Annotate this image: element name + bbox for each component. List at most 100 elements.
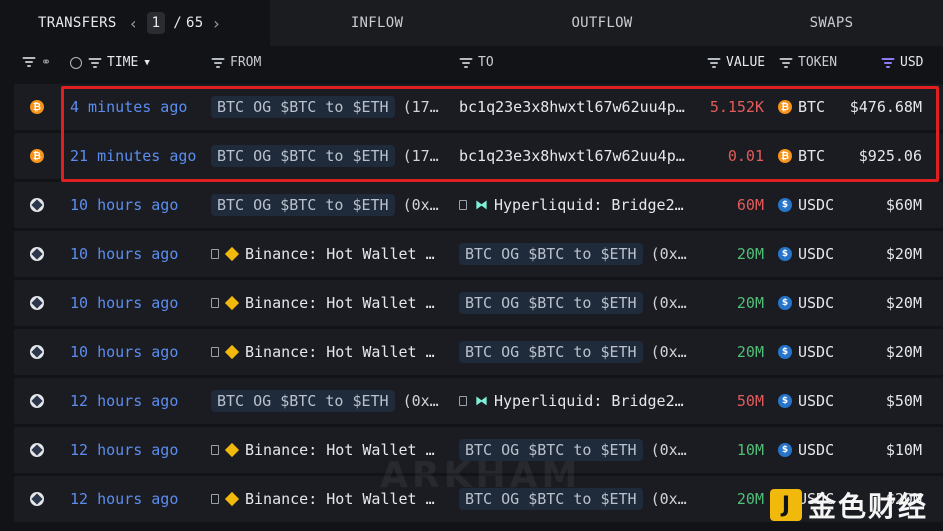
token-cell[interactable]: $ USDC — [778, 476, 848, 522]
chain-cell — [30, 427, 46, 473]
value-cell: 60M — [736, 196, 764, 214]
from-entity-name[interactable]: Binance: Hot Wallet … — [245, 441, 435, 459]
to-entity-name[interactable]: Hyperliquid: Bridge2… — [494, 392, 684, 410]
to-entity-tag[interactable]: BTC OG $BTC to $ETH — [459, 439, 643, 461]
from-cell: BTC OG $BTC to $ETH (17… — [211, 84, 451, 130]
from-cell: Binance: Hot Wallet … — [211, 476, 451, 522]
to-header[interactable]: TO — [459, 55, 494, 70]
usd-header[interactable]: USD — [881, 55, 923, 70]
filter-icon[interactable] — [88, 57, 101, 68]
time-header[interactable]: TIME ▼ — [70, 55, 150, 70]
chain-cell: ₿ — [30, 84, 46, 130]
page-separator: / — [173, 15, 183, 31]
filter-icon[interactable] — [779, 57, 792, 68]
filter-icon[interactable] — [707, 57, 720, 68]
table-row[interactable]: 12 hours ago Binance: Hot Wallet … BTC OG … — [14, 427, 943, 473]
token-cell[interactable]: $ USDC — [778, 182, 848, 228]
caret-down-icon[interactable]: ▼ — [144, 58, 149, 68]
usd-cell: $10M — [885, 441, 922, 459]
tab-transfers[interactable]: TRANSFERS ‹ 1 / 65 › — [0, 0, 270, 46]
table-row[interactable]: 10 hours ago Binance: Hot Wallet … BTC OG … — [14, 329, 943, 375]
from-entity-name[interactable]: Binance: Hot Wallet … — [245, 490, 435, 508]
chain-cell: ₿ — [30, 133, 46, 179]
from-entity-tag[interactable]: BTC OG $BTC to $ETH — [211, 96, 395, 118]
time-cell[interactable]: 10 hours ago — [70, 280, 210, 326]
to-address-tail[interactable]: (0x… — [651, 245, 687, 263]
token-cell[interactable]: $ USDC — [778, 427, 848, 473]
token-symbol: BTC — [798, 147, 826, 165]
chevron-right-icon[interactable]: › — [210, 14, 224, 33]
from-cell: BTC OG $BTC to $ETH (0x… — [211, 378, 451, 424]
table-row[interactable]: 10 hours ago Binance: Hot Wallet … BTC OG … — [14, 231, 943, 277]
to-address-tail[interactable]: (0x… — [651, 294, 687, 312]
binance-icon — [224, 246, 240, 262]
time-cell[interactable]: 21 minutes ago — [70, 133, 210, 179]
time-cell[interactable]: 12 hours ago — [70, 427, 210, 473]
from-address-tail[interactable]: (17… — [403, 98, 439, 116]
token-cell[interactable]: ₿ BTC — [778, 133, 848, 179]
from-entity-tag[interactable]: BTC OG $BTC to $ETH — [211, 145, 395, 167]
usd-cell: $20M — [885, 490, 922, 508]
token-header[interactable]: TOKEN — [779, 55, 837, 70]
to-address-tail[interactable]: (0x… — [651, 343, 687, 361]
time-cell[interactable]: 4 minutes ago — [70, 84, 210, 130]
from-header[interactable]: FROM — [211, 55, 261, 70]
to-address[interactable]: bc1q23e3x8hwxtl67w62uu4p… — [459, 147, 685, 165]
table-row[interactable]: 12 hours ago Binance: Hot Wallet … BTC OG … — [14, 476, 943, 522]
from-entity-name[interactable]: Binance: Hot Wallet … — [245, 294, 435, 312]
usd-header-label: USD — [900, 55, 924, 70]
table-row[interactable]: 10 hours ago BTC OG $BTC to $ETH (0x… ⧓ Hype… — [14, 182, 943, 228]
chevron-left-icon[interactable]: ‹ — [127, 14, 141, 33]
from-address-tail[interactable]: (17… — [403, 147, 439, 165]
token-cell[interactable]: ₿ BTC — [778, 84, 848, 130]
to-entity-tag[interactable]: BTC OG $BTC to $ETH — [459, 488, 643, 510]
token-cell[interactable]: $ USDC — [778, 231, 848, 277]
from-entity-tag[interactable]: BTC OG $BTC to $ETH — [211, 194, 395, 216]
time-cell[interactable]: 12 hours ago — [70, 476, 210, 522]
token-cell[interactable]: $ USDC — [778, 329, 848, 375]
document-icon — [211, 347, 219, 357]
token-cell[interactable]: $ USDC — [778, 280, 848, 326]
token-cell[interactable]: $ USDC — [778, 378, 848, 424]
to-entity-tag[interactable]: BTC OG $BTC to $ETH — [459, 292, 643, 314]
from-address-tail[interactable]: (0x… — [403, 196, 439, 214]
filter-icon[interactable] — [22, 57, 35, 67]
to-entity-tag[interactable]: BTC OG $BTC to $ETH — [459, 243, 643, 265]
value-header[interactable]: VALUE — [707, 55, 765, 70]
table-row[interactable]: 12 hours ago BTC OG $BTC to $ETH (0x… ⧓ Hype… — [14, 378, 943, 424]
bitcoin-icon: ₿ — [778, 100, 792, 114]
filter-icon[interactable] — [459, 57, 472, 68]
to-cell: BTC OG $BTC to $ETH (0x… — [459, 280, 699, 326]
token-symbol: USDC — [798, 196, 835, 214]
time-cell[interactable]: 10 hours ago — [70, 182, 210, 228]
to-address[interactable]: bc1q23e3x8hwxtl67w62uu4p… — [459, 98, 685, 116]
usd-cell: $20M — [885, 245, 922, 263]
to-address-tail[interactable]: (0x… — [651, 441, 687, 459]
tab-outflow[interactable]: OUTFLOW — [484, 0, 720, 46]
time-cell[interactable]: 10 hours ago — [70, 231, 210, 277]
table-row[interactable]: ₿ 4 minutes ago BTC OG $BTC to $ETH (17… bc1… — [14, 84, 943, 130]
to-entity-name[interactable]: Hyperliquid: Bridge2… — [494, 196, 684, 214]
filter-icon[interactable] — [881, 57, 894, 68]
from-address-tail[interactable]: (0x… — [403, 392, 439, 410]
from-entity-name[interactable]: Binance: Hot Wallet … — [245, 343, 435, 361]
token-symbol: USDC — [798, 392, 835, 410]
time-cell[interactable]: 10 hours ago — [70, 329, 210, 375]
from-entity-name[interactable]: Binance: Hot Wallet … — [245, 245, 435, 263]
to-entity-tag[interactable]: BTC OG $BTC to $ETH — [459, 341, 643, 363]
tab-inflow[interactable]: INFLOW — [270, 0, 484, 46]
tab-swaps[interactable]: SWAPS — [720, 0, 943, 46]
chain-filter[interactable]: ⚭ — [22, 55, 51, 69]
to-address-tail[interactable]: (0x… — [651, 490, 687, 508]
filter-icon[interactable] — [211, 57, 224, 68]
from-entity-tag[interactable]: BTC OG $BTC to $ETH — [211, 390, 395, 412]
time-cell[interactable]: 12 hours ago — [70, 378, 210, 424]
page-current[interactable]: 1 — [146, 12, 166, 34]
usd-cell: $925.06 — [858, 147, 922, 165]
link-icon[interactable]: ⚭ — [41, 55, 51, 69]
table-row[interactable]: 10 hours ago Binance: Hot Wallet … BTC OG … — [14, 280, 943, 326]
table-row[interactable]: ₿ 21 minutes ago BTC OG $BTC to $ETH (17… bc… — [14, 133, 943, 179]
from-header-label: FROM — [230, 55, 262, 70]
usdc-icon: $ — [778, 198, 792, 212]
value-header-label: VALUE — [726, 55, 766, 70]
